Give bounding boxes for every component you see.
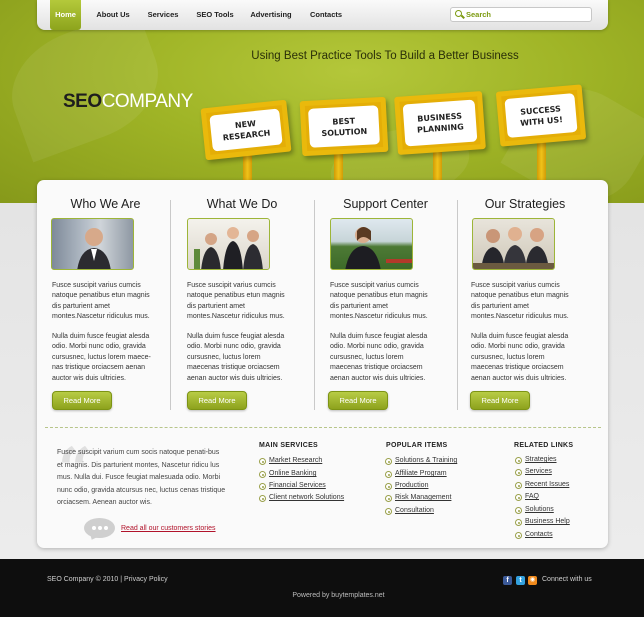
bullet-icon [385,495,392,502]
main-services-link[interactable]: Market Research [259,457,322,465]
page-footer [0,559,644,617]
photo-team [187,218,270,270]
sign-text: PLANNING [416,122,465,135]
sign-new-research: NEW RESEARCH [200,99,292,161]
main-services-heading: MAIN SERVICES [259,442,319,449]
sign-text: BEST SOLUTION [321,115,368,138]
column-text: Fusce suscipit varius cumcis natoque pen… [52,282,150,321]
logo-company: COMPANY [101,91,194,112]
main-services-link[interactable]: Financial Services [259,482,326,490]
bullet-icon [385,508,392,515]
search-icon[interactable] [455,10,462,17]
search-input[interactable]: Search [450,7,592,22]
team-image [194,227,263,269]
related-links-heading: RELATED LINKS [514,442,574,449]
column-text: Nulla duim fusce feugiat alesda odio. Mo… [330,333,428,382]
popular-items-heading: POPULAR ITEMS [386,442,448,449]
related-link[interactable]: Contacts [515,531,553,539]
column-divider [457,200,458,410]
nav-contacts[interactable]: Contacts [306,0,346,30]
section-divider [45,427,601,428]
bullet-icon [385,471,392,478]
bullet-icon [515,482,522,489]
top-navigation: Home About Us Services SEO Tools Adverti… [37,0,608,30]
related-link[interactable]: FAQ [515,493,539,501]
column-text: Nulla duim fusce feugiat alesda odio. Mo… [52,333,151,382]
nav-about-us[interactable]: About Us [93,0,133,30]
bullet-icon [515,494,522,501]
sign-success-with-us: SUCCESS WITH US! [495,84,587,147]
header-tagline: Using Best Practice Tools To Build a Bet… [251,50,519,62]
column-title: Who We Are [70,197,141,211]
nav-advertising[interactable]: Advertising [249,0,293,30]
nav-seo-tools[interactable]: SEO Tools [195,0,235,30]
popular-items-link[interactable]: Risk Management [385,494,451,502]
related-link[interactable]: Business Help [515,518,570,526]
bullet-icon [515,507,522,514]
powered-by-text[interactable]: Powered by buytemplates.net [0,591,644,601]
nav-services[interactable]: Services [145,0,181,30]
popular-items-link[interactable]: Production [385,482,428,490]
speech-bubble-icon [84,518,115,538]
footer-copyright-line: SEO Company © 2010 | Privacy Policy [47,575,168,585]
photo-businessman [51,218,134,270]
column-title: Support Center [343,197,428,211]
read-more-button[interactable]: Read More [52,391,112,410]
bullet-icon [259,471,266,478]
photo-strategies [472,218,555,270]
nav-home[interactable]: Home [50,0,81,30]
photo-support [330,218,413,270]
main-services-link[interactable]: Online Banking [259,470,316,478]
facebook-icon[interactable]: f [503,576,512,585]
bullet-icon [515,532,522,539]
footer-separator: | [120,576,123,583]
sign-best-solution: BEST SOLUTION [299,96,389,157]
column-divider [170,200,171,410]
connect-text: Connect with us [542,576,592,583]
column-text: Fusce suscipit varius cumcis natoque pen… [187,282,285,321]
copyright-text: SEO Company © 2010 [47,576,119,583]
strategies-image [473,227,554,269]
bullet-icon [385,458,392,465]
related-link[interactable]: Strategies [515,456,557,464]
bullet-icon [385,483,392,490]
read-more-button[interactable]: Read More [470,391,530,410]
column-text: Nulla duim fusce feugiat alesda odio. Mo… [187,333,285,382]
bullet-icon [515,457,522,464]
site-logo[interactable]: SEOCOMPANY [63,91,193,113]
column-text: Fusce suscipit varius cumcis natoque pen… [330,282,428,321]
twitter-icon[interactable]: t [516,576,525,585]
bullet-icon [259,458,266,465]
bullet-icon [259,483,266,490]
bullet-icon [515,519,522,526]
sign-business-planning: BUSINESS PLANNING [394,91,486,155]
related-link[interactable]: Services [515,468,552,476]
popular-items-link[interactable]: Affiliate Program [385,470,447,478]
related-link[interactable]: Recent Issues [515,481,569,489]
testimonial-text: Fusce suscipit varium cum socis natoque … [57,449,226,506]
column-text: Fusce suscipit varius cumcis natoque pen… [471,282,569,321]
bullet-icon [515,469,522,476]
sign-text: NEW RESEARCH [222,118,271,143]
read-more-button[interactable]: Read More [328,391,388,410]
businessman-image [77,228,111,269]
popular-items-link[interactable]: Solutions & Training [385,457,457,465]
main-services-link[interactable]: Client network Solutions [259,494,344,502]
read-more-button[interactable]: Read More [187,391,247,410]
column-divider [314,200,315,410]
customer-stories-link[interactable]: Read all our customers stories [121,525,216,532]
logo-seo: SEO [63,91,102,112]
privacy-policy-link[interactable]: Privacy Policy [124,576,168,583]
bullet-icon [259,495,266,502]
support-image [345,227,412,269]
rss-icon[interactable]: ◉ [528,576,537,585]
column-title: Our Strategies [484,197,566,211]
column-title: What We Do [206,197,278,211]
column-text: Nulla duim fusce feugiat alesda odio. Mo… [471,333,569,382]
popular-items-link[interactable]: Consultation [385,507,434,515]
leaf-decoration [0,7,175,163]
search-placeholder: Search [466,10,492,19]
related-link[interactable]: Solutions [515,506,554,514]
